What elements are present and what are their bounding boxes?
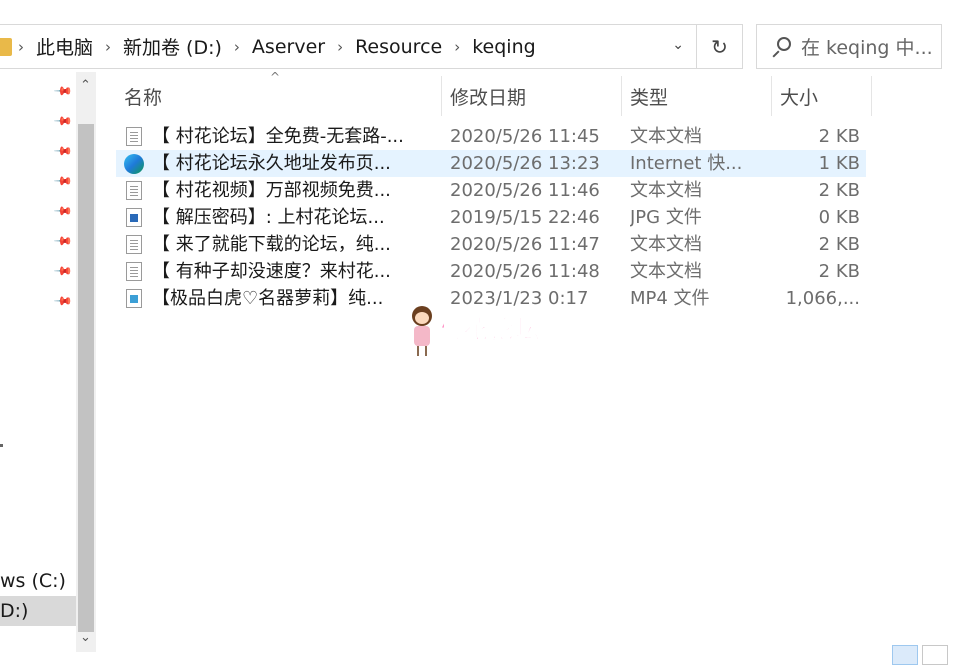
edge-url-icon [124,154,144,174]
text-file-icon [126,181,142,200]
pin-icon[interactable]: 📌 [53,81,73,101]
search-box[interactable]: 在 keqing 中... [756,24,942,69]
file-date: 2019/5/15 22:46 [450,207,600,228]
pin-icon[interactable]: 📌 [53,291,73,311]
search-icon [771,36,791,58]
file-date: 2020/5/26 11:48 [450,261,600,282]
file-date: 2020/5/26 11:46 [450,180,600,201]
file-row[interactable]: 【极品白虎♡名器萝莉】纯... 2023/1/23 0:17 MP4 文件 1,… [116,285,866,312]
column-header-type[interactable]: 类型 [622,76,772,116]
file-type: 文本文档 [630,261,702,282]
file-date: 2020/5/26 11:45 [450,126,600,147]
watermark-mascot-icon [408,306,436,356]
file-size: 1 KB [818,153,860,174]
file-size: 2 KB [818,126,860,147]
file-name[interactable]: 【极品白虎♡名器萝莉】纯... [152,285,442,312]
file-name[interactable]: 【 村花论坛永久地址发布页... [152,150,442,177]
file-size: 1,066,... [785,288,860,309]
file-type: 文本文档 [630,180,702,201]
pin-icon[interactable]: 📌 [53,111,73,131]
breadcrumb-aserver[interactable]: Aserver [246,36,331,58]
file-row-selected[interactable]: 【 村花论坛永久地址发布页... 2020/5/26 13:23 Interne… [116,150,866,177]
file-type: MP4 文件 [630,288,710,309]
file-date: 2023/1/23 0:17 [450,288,589,309]
watermark-text: 村花论坛 [436,315,542,345]
text-file-icon [126,127,142,146]
breadcrumb-this-pc[interactable]: 此电脑 [30,33,99,60]
file-type: 文本文档 [630,126,702,147]
file-size: 2 KB [818,261,860,282]
file-type: 文本文档 [630,234,702,255]
breadcrumb-separator[interactable]: › [99,38,117,56]
scroll-down-icon[interactable]: ⌄ [80,630,91,645]
large-icons-view-icon[interactable] [922,645,948,665]
mp4-file-icon [126,289,142,308]
file-row[interactable]: 【 村花论坛】全免费-无套路-... 2020/5/26 11:45 文本文档 … [116,123,866,150]
file-row[interactable]: 【 村花视频】万部视频免费... 2020/5/26 11:46 文本文档 2 … [116,177,866,204]
file-size: 2 KB [818,234,860,255]
column-header-date[interactable]: 修改日期 [442,76,622,116]
chevron-down-icon[interactable]: ⌄ [672,37,684,53]
column-header-name[interactable]: 名称 [116,76,442,116]
file-type: JPG 文件 [630,207,702,228]
breadcrumb-separator: › [18,37,24,56]
breadcrumb-separator[interactable]: › [448,38,466,56]
file-name[interactable]: 【 有种子却没速度？来村花... [152,258,442,285]
nav-item-drive-c[interactable]: ws (C:) [0,566,76,596]
view-switcher [892,645,948,665]
column-header-size[interactable]: 大小 [772,76,872,116]
file-row[interactable]: 【 来了就能下载的论坛，纯... 2020/5/26 11:47 文本文档 2 … [116,231,866,258]
refresh-button[interactable]: ↻ [697,24,743,69]
file-name[interactable]: 【 村花视频】万部视频免费... [152,177,442,204]
breadcrumb-keqing[interactable]: keqing [466,36,541,58]
breadcrumb-drive-d[interactable]: 新加卷 (D:) [117,33,228,60]
pin-icon[interactable]: 📌 [53,141,73,161]
text-file-icon [126,262,142,281]
file-row[interactable]: 【 有种子却没速度？来村花... 2020/5/26 11:48 文本文档 2 … [116,258,866,285]
file-row[interactable]: 【 解压密码】: 上村花论坛... 2019/5/15 22:46 JPG 文件… [116,204,866,231]
nav-item-drive-d[interactable]: D:) [0,596,76,626]
column-header-size-label: 大小 [780,86,819,109]
nav-scrollbar[interactable]: ⌃ ⌄ [76,72,96,652]
breadcrumb-separator[interactable]: › [331,38,349,56]
jpg-file-icon [126,208,142,227]
details-view-icon[interactable] [892,645,918,665]
refresh-icon: ↻ [711,34,728,59]
file-name[interactable]: 【 来了就能下载的论坛，纯... [152,231,442,258]
pin-icon[interactable]: 📌 [53,201,73,221]
breadcrumb-resource[interactable]: Resource [349,36,448,58]
search-placeholder[interactable]: 在 keqing 中... [801,33,933,60]
pin-icon[interactable]: 📌 [53,171,73,191]
file-date: 2020/5/26 11:47 [450,234,600,255]
pin-icon[interactable]: 📌 [53,261,73,281]
address-bar[interactable]: › 此电脑 › 新加卷 (D:) › Aserver › Resource › … [0,24,697,69]
column-header-date-label: 修改日期 [450,86,527,109]
file-date: 2020/5/26 13:23 [450,153,600,174]
file-size: 2 KB [818,180,860,201]
nav-scrollbar-thumb[interactable] [78,124,94,632]
column-header-name-label: 名称 [124,86,163,109]
file-type: Internet 快... [630,153,743,174]
folder-icon [0,37,12,56]
tree-marker [0,444,3,447]
navigation-pane: 📌 📌 📌 📌 📌 📌 📌 📌 ws (C:) D:) ⌃ ⌄ [0,72,98,665]
file-size: 0 KB [818,207,860,228]
scroll-up-icon[interactable]: ⌃ [80,78,91,93]
pin-icon[interactable]: 📌 [53,231,73,251]
breadcrumb-separator[interactable]: › [228,38,246,56]
address-bar-row: › 此电脑 › 新加卷 (D:) › Aserver › Resource › … [0,0,960,72]
file-name[interactable]: 【 解压密码】: 上村花论坛... [152,204,442,231]
column-header-type-label: 类型 [630,86,669,109]
file-list-scrollbar[interactable] [950,72,960,642]
text-file-icon [126,235,142,254]
file-name[interactable]: 【 村花论坛】全免费-无套路-... [152,123,442,150]
file-explorer-window: › 此电脑 › 新加卷 (D:) › Aserver › Resource › … [0,0,960,665]
